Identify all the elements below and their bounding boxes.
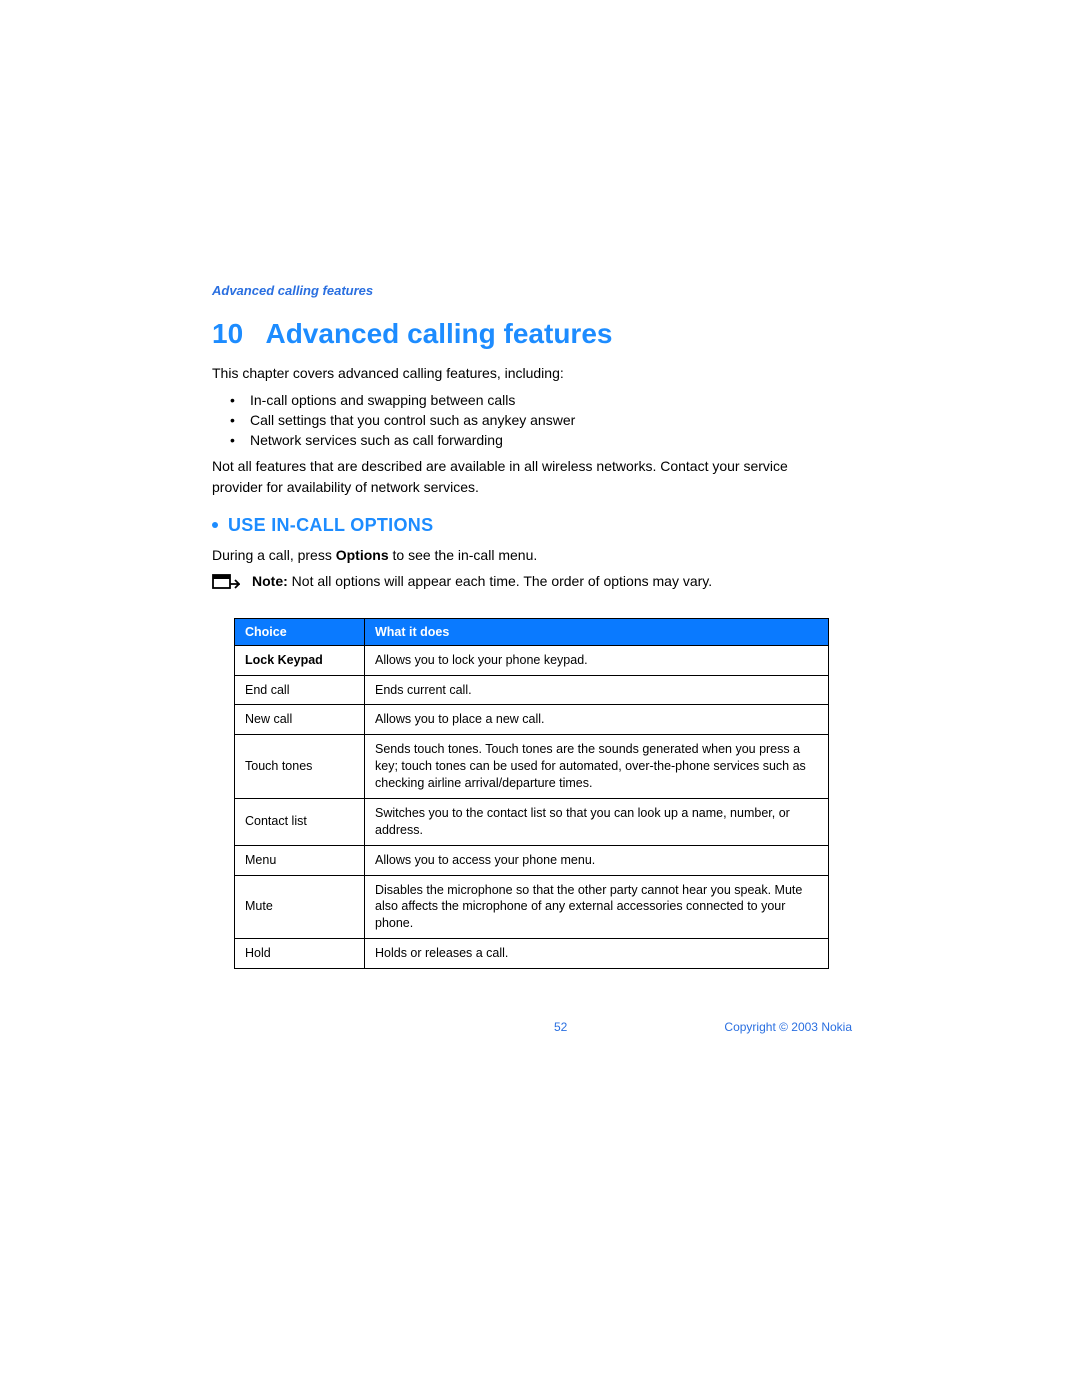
chapter-title: 10 Advanced calling features [212,318,832,350]
intro-paragraph: Not all features that are described are … [212,456,832,497]
table-cell-choice: New call [235,705,365,735]
options-table: Choice What it does Lock KeypadAllows yo… [234,618,829,969]
note-text: Note: Not all options will appear each t… [252,572,832,592]
table-cell-choice: Contact list [235,798,365,845]
table-row: MenuAllows you to access your phone menu… [235,845,829,875]
bullet-icon [212,522,218,528]
table-cell-choice: Lock Keypad [235,645,365,675]
table-cell-desc: Disables the microphone so that the othe… [365,875,829,939]
during-call-text: During a call, press Options to see the … [212,546,832,566]
list-item: In-call options and swapping between cal… [212,390,832,410]
table-header-row: Choice What it does [235,618,829,645]
list-item: Call settings that you control such as a… [212,410,832,430]
table-row: Touch tonesSends touch tones. Touch tone… [235,735,829,799]
copyright-text: Copyright © 2003 Nokia [724,1020,852,1034]
table-row: End callEnds current call. [235,675,829,705]
intro-bullet-list: In-call options and swapping between cal… [212,390,832,451]
page-number: 52 [554,1020,567,1034]
table-cell-choice: Menu [235,845,365,875]
list-item: Network services such as call forwarding [212,430,832,450]
table-cell-choice: Touch tones [235,735,365,799]
table-cell-desc: Allows you to place a new call. [365,705,829,735]
table-header-choice: Choice [235,618,365,645]
note-row: Note: Not all options will appear each t… [212,572,832,594]
section-heading: USE IN-CALL OPTIONS [212,515,832,536]
table-cell-desc: Holds or releases a call. [365,939,829,969]
table-row: New callAllows you to place a new call. [235,705,829,735]
options-label: Options [336,547,389,563]
note-label: Note: [252,573,288,589]
table-cell-desc: Allows you to lock your phone keypad. [365,645,829,675]
table-header-desc: What it does [365,618,829,645]
table-cell-desc: Sends touch tones. Touch tones are the s… [365,735,829,799]
table-cell-choice: Mute [235,875,365,939]
running-header: Advanced calling features [212,283,832,298]
chapter-number: 10 [212,318,243,349]
chapter-title-text: Advanced calling features [265,318,612,349]
note-icon [212,572,252,594]
table-row: HoldHolds or releases a call. [235,939,829,969]
table-cell-choice: Hold [235,939,365,969]
document-page: Advanced calling features 10 Advanced ca… [212,283,832,969]
table-cell-desc: Allows you to access your phone menu. [365,845,829,875]
table-row: MuteDisables the microphone so that the … [235,875,829,939]
table-row: Contact listSwitches you to the contact … [235,798,829,845]
note-body: Not all options will appear each time. T… [288,573,712,589]
intro-text: This chapter covers advanced calling fea… [212,364,832,384]
during-call-suffix: to see the in-call menu. [389,547,538,563]
table-cell-desc: Switches you to the contact list so that… [365,798,829,845]
table-cell-desc: Ends current call. [365,675,829,705]
during-call-prefix: During a call, press [212,547,336,563]
table-body: Lock KeypadAllows you to lock your phone… [235,645,829,968]
section-heading-text: USE IN-CALL OPTIONS [228,515,433,535]
table-cell-choice: End call [235,675,365,705]
table-row: Lock KeypadAllows you to lock your phone… [235,645,829,675]
